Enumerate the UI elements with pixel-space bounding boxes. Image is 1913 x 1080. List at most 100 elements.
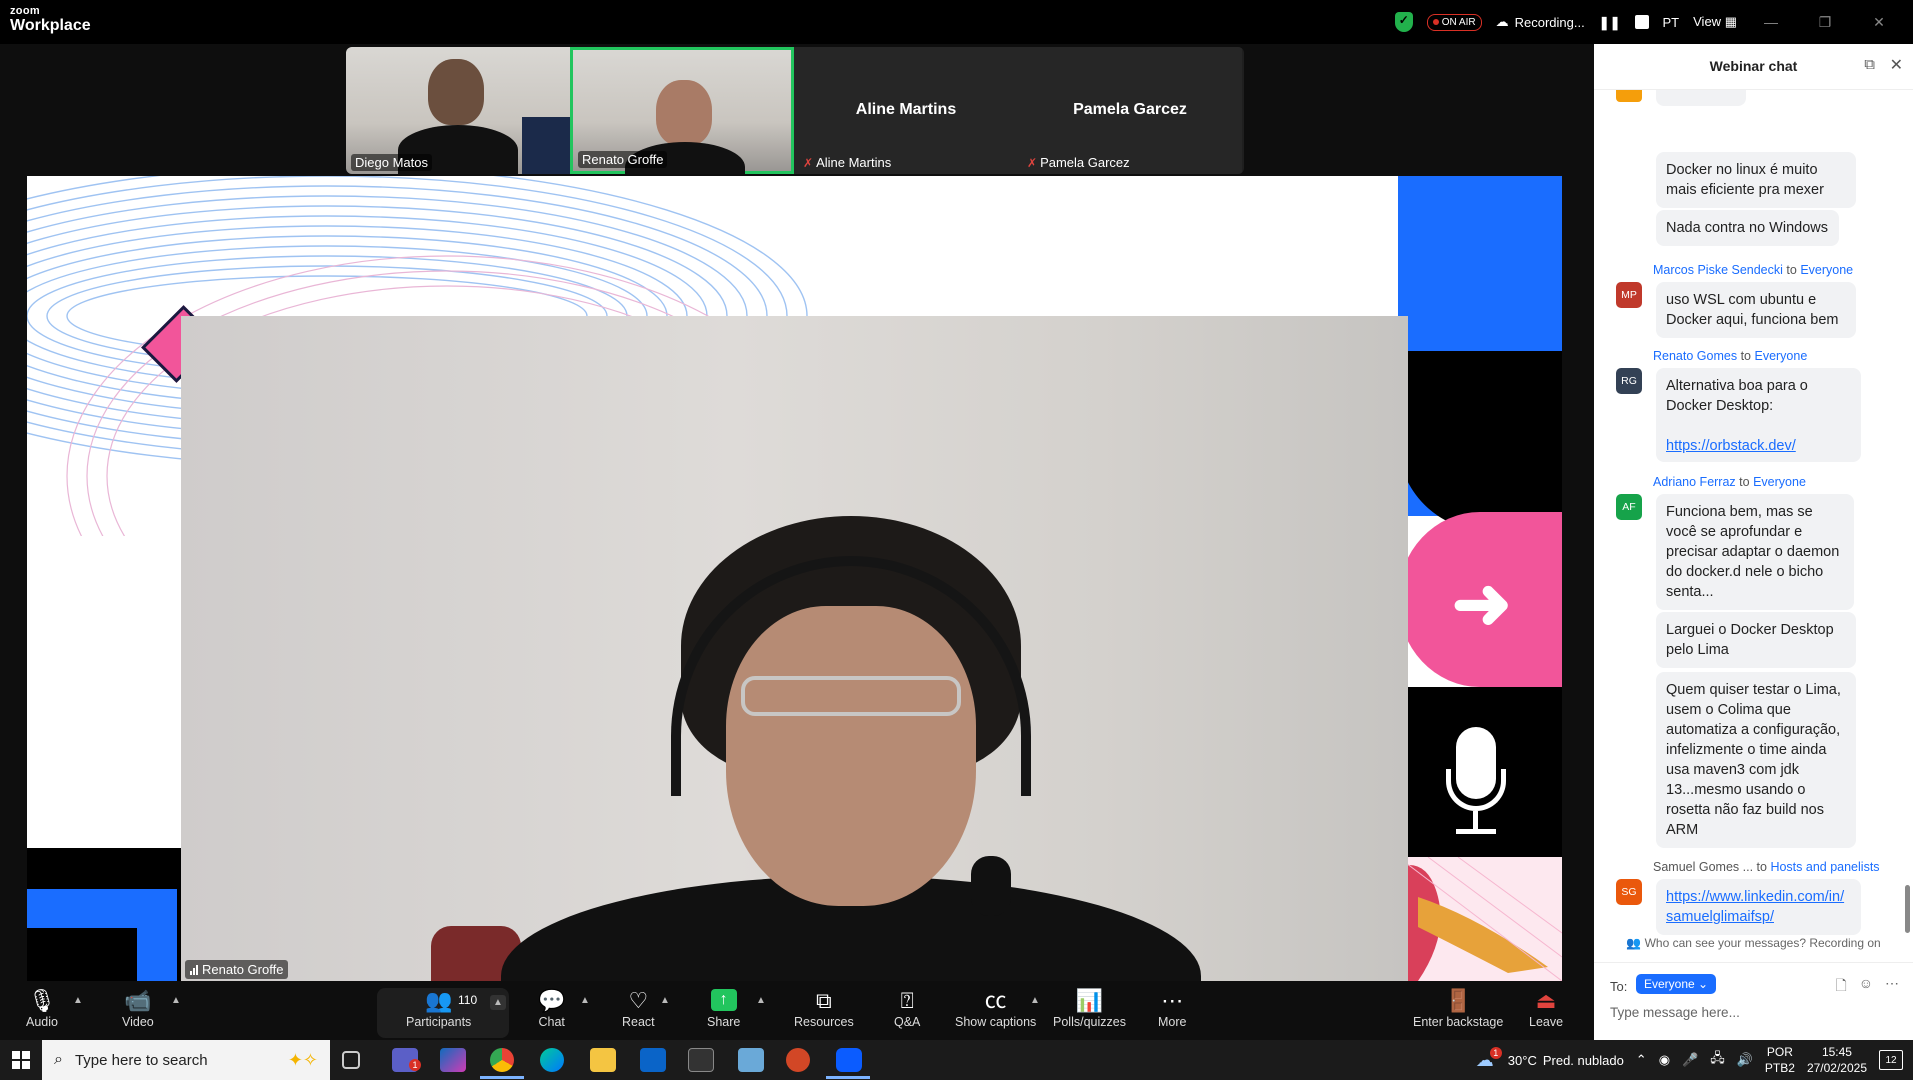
video-button[interactable]: 📹 Video	[122, 981, 154, 1040]
share-button[interactable]: ↑ Share	[707, 981, 740, 1040]
powerpoint-icon[interactable]	[786, 1048, 810, 1072]
slide-dragon-illustration	[1397, 856, 1562, 981]
desk-monitor	[522, 117, 570, 174]
edge-icon[interactable]	[540, 1048, 564, 1072]
chat-link[interactable]: https://orbstack.dev/	[1666, 436, 1851, 456]
speaker-name-label: Renato Groffe	[185, 960, 289, 979]
network-icon[interactable]: 🖧	[1710, 1049, 1725, 1071]
zoom-logo: zoom Workplace	[10, 6, 91, 34]
on-air-dot-icon	[1432, 19, 1439, 25]
recipient-value: Everyone	[1644, 977, 1695, 991]
speaker-video[interactable]: Renato Groffe	[181, 316, 1408, 981]
weather-text: Pred. nublado	[1542, 1052, 1624, 1068]
search-icon: ⌕	[54, 1051, 63, 1068]
file-icon[interactable]: 🗋	[1835, 975, 1846, 999]
avatar: MP	[1616, 282, 1642, 308]
view-button[interactable]: View ▦	[1693, 14, 1737, 30]
participant-tile-active[interactable]: Renato Groffe	[570, 47, 794, 174]
react-button[interactable]: ♡ React	[622, 981, 655, 1040]
close-window-icon[interactable]: ✕	[1859, 14, 1899, 31]
chat-bubble-text: Alternativa boa para o Docker Desktop:	[1666, 378, 1808, 414]
chat-visibility-notice[interactable]: 👥 Who can see your messages? Recording o…	[1594, 936, 1913, 950]
participants-button[interactable]: 👥 Participants	[406, 981, 471, 1040]
copilot-icon[interactable]	[440, 1048, 466, 1072]
maximize-icon[interactable]: ❐	[1805, 14, 1845, 31]
notepad-icon[interactable]	[738, 1048, 764, 1072]
participant-name: Pamela Garcez	[1040, 155, 1130, 170]
file-explorer-icon[interactable]	[590, 1048, 616, 1072]
start-button[interactable]	[0, 1040, 42, 1080]
captions-button[interactable]: ㏄ Show captions	[955, 981, 1036, 1040]
participant-name: Aline Martins	[816, 155, 892, 170]
encryption-shield-icon[interactable]	[1394, 12, 1413, 32]
language-indicator[interactable]: POR PTB2	[1765, 1044, 1795, 1076]
chat-sender-line: Renato Gomes to Everyone	[1653, 349, 1807, 363]
chat-sender-line: Adriano Ferraz to Everyone	[1653, 475, 1806, 489]
zoom-tray-icon[interactable]: ◉	[1659, 1052, 1670, 1068]
chat-scrollbar[interactable]	[1905, 885, 1910, 933]
notification-center-icon[interactable]: 12	[1879, 1050, 1903, 1070]
share-caret-icon[interactable]: ▲	[756, 995, 766, 1006]
more-icon: ⋯	[1161, 988, 1184, 1013]
participants-icon: 👥	[424, 988, 453, 1013]
audio-button[interactable]: 🎙 Audio	[26, 981, 58, 1040]
qa-button[interactable]: ⍰ Q&A	[894, 981, 920, 1040]
language-button[interactable]: PT	[1663, 15, 1680, 30]
show-hidden-icons-icon[interactable]: ⌃	[1636, 1052, 1647, 1068]
chat-link[interactable]: https://www.linkedin.com/in/samuelglimai…	[1666, 889, 1844, 925]
minimize-icon[interactable]: —	[1751, 14, 1791, 30]
captions-caret-icon[interactable]: ▲	[1030, 995, 1040, 1006]
sender-name[interactable]: Adriano Ferraz	[1653, 475, 1736, 489]
chrome-icon[interactable]	[490, 1048, 514, 1072]
chat-messages[interactable]: Docker no linux é muito mais eficiente p…	[1594, 90, 1913, 936]
taskbar-search[interactable]: ⌕ Type here to search ✦✧	[42, 1040, 330, 1080]
zoom-app-icon[interactable]	[836, 1048, 862, 1072]
stop-recording-icon[interactable]	[1634, 15, 1649, 29]
resources-button[interactable]: ⧉ Resources	[794, 981, 854, 1040]
participant-tile[interactable]: Pamela Garcez ✗ Pamela Garcez	[1018, 47, 1242, 174]
question-icon: ⍰	[900, 988, 914, 1013]
more-icon[interactable]: ⋯	[1885, 975, 1899, 999]
participant-tile[interactable]: Diego Matos	[346, 47, 570, 174]
clock[interactable]: 15:45 27/02/2025	[1807, 1044, 1867, 1076]
avatar: RG	[1616, 368, 1642, 394]
chat-button[interactable]: 💬 Chat	[538, 981, 565, 1040]
participant-name: Diego Matos	[351, 154, 432, 171]
volume-icon[interactable]: 🔊	[1737, 1052, 1753, 1068]
microphone-stem	[1473, 811, 1478, 831]
message-input[interactable]: Type message here...	[1610, 1005, 1740, 1020]
chat-bubble	[1656, 90, 1746, 106]
sender-name[interactable]: Renato Gomes	[1653, 349, 1737, 363]
enter-backstage-button[interactable]: 🚪 Enter backstage	[1413, 981, 1503, 1040]
video-options-caret-icon[interactable]: ▲	[171, 995, 181, 1006]
sender-name[interactable]: Marcos Piske Sendecki	[1653, 263, 1783, 277]
pause-recording-icon[interactable]: ❚❚	[1599, 15, 1621, 30]
close-icon[interactable]: ✕	[1890, 55, 1903, 75]
participant-tile[interactable]: Aline Martins ✗ Aline Martins	[794, 47, 1018, 174]
heart-icon: ♡	[628, 988, 649, 1013]
participant-name-row: ✗ Aline Martins	[799, 154, 895, 171]
leave-button[interactable]: ⏏ Leave	[1529, 981, 1563, 1040]
meeting-toolbar: 🎙 Audio ▲ 📹 Video ▲ 👥 Participants 110 ▲ 💬 C…	[0, 981, 1594, 1040]
composer-icons: 🗋 ☺ ⋯	[1835, 975, 1899, 999]
to-word: to	[1739, 475, 1750, 489]
react-caret-icon[interactable]: ▲	[660, 995, 670, 1006]
more-button[interactable]: ⋯ More	[1158, 981, 1186, 1040]
brand-big: Workplace	[10, 17, 91, 34]
task-view-icon[interactable]	[342, 1051, 360, 1069]
to-word: to	[1786, 263, 1797, 277]
recipient-dropdown[interactable]: Everyone ⌄	[1636, 974, 1717, 994]
outlook-icon[interactable]	[640, 1048, 666, 1072]
sender-name[interactable]: Samuel Gomes ...	[1653, 860, 1753, 874]
weather-widget[interactable]: ☁ 1 30°C Pred. nublado	[1476, 1047, 1624, 1071]
chat-caret-icon[interactable]: ▲	[580, 995, 590, 1006]
participants-caret-icon[interactable]: ▲	[490, 995, 506, 1010]
to-word: to	[1756, 860, 1767, 874]
chat-bubble: Nada contra no Windows	[1656, 210, 1839, 246]
polls-button[interactable]: 📊 Polls/quizzes	[1053, 981, 1126, 1040]
emoji-icon[interactable]: ☺	[1859, 975, 1873, 999]
pop-out-icon[interactable]: ⧉	[1864, 56, 1875, 73]
audio-options-caret-icon[interactable]: ▲	[73, 995, 83, 1006]
microphone-tray-icon[interactable]: 🎤	[1682, 1052, 1698, 1068]
terminal-icon[interactable]	[688, 1048, 714, 1072]
